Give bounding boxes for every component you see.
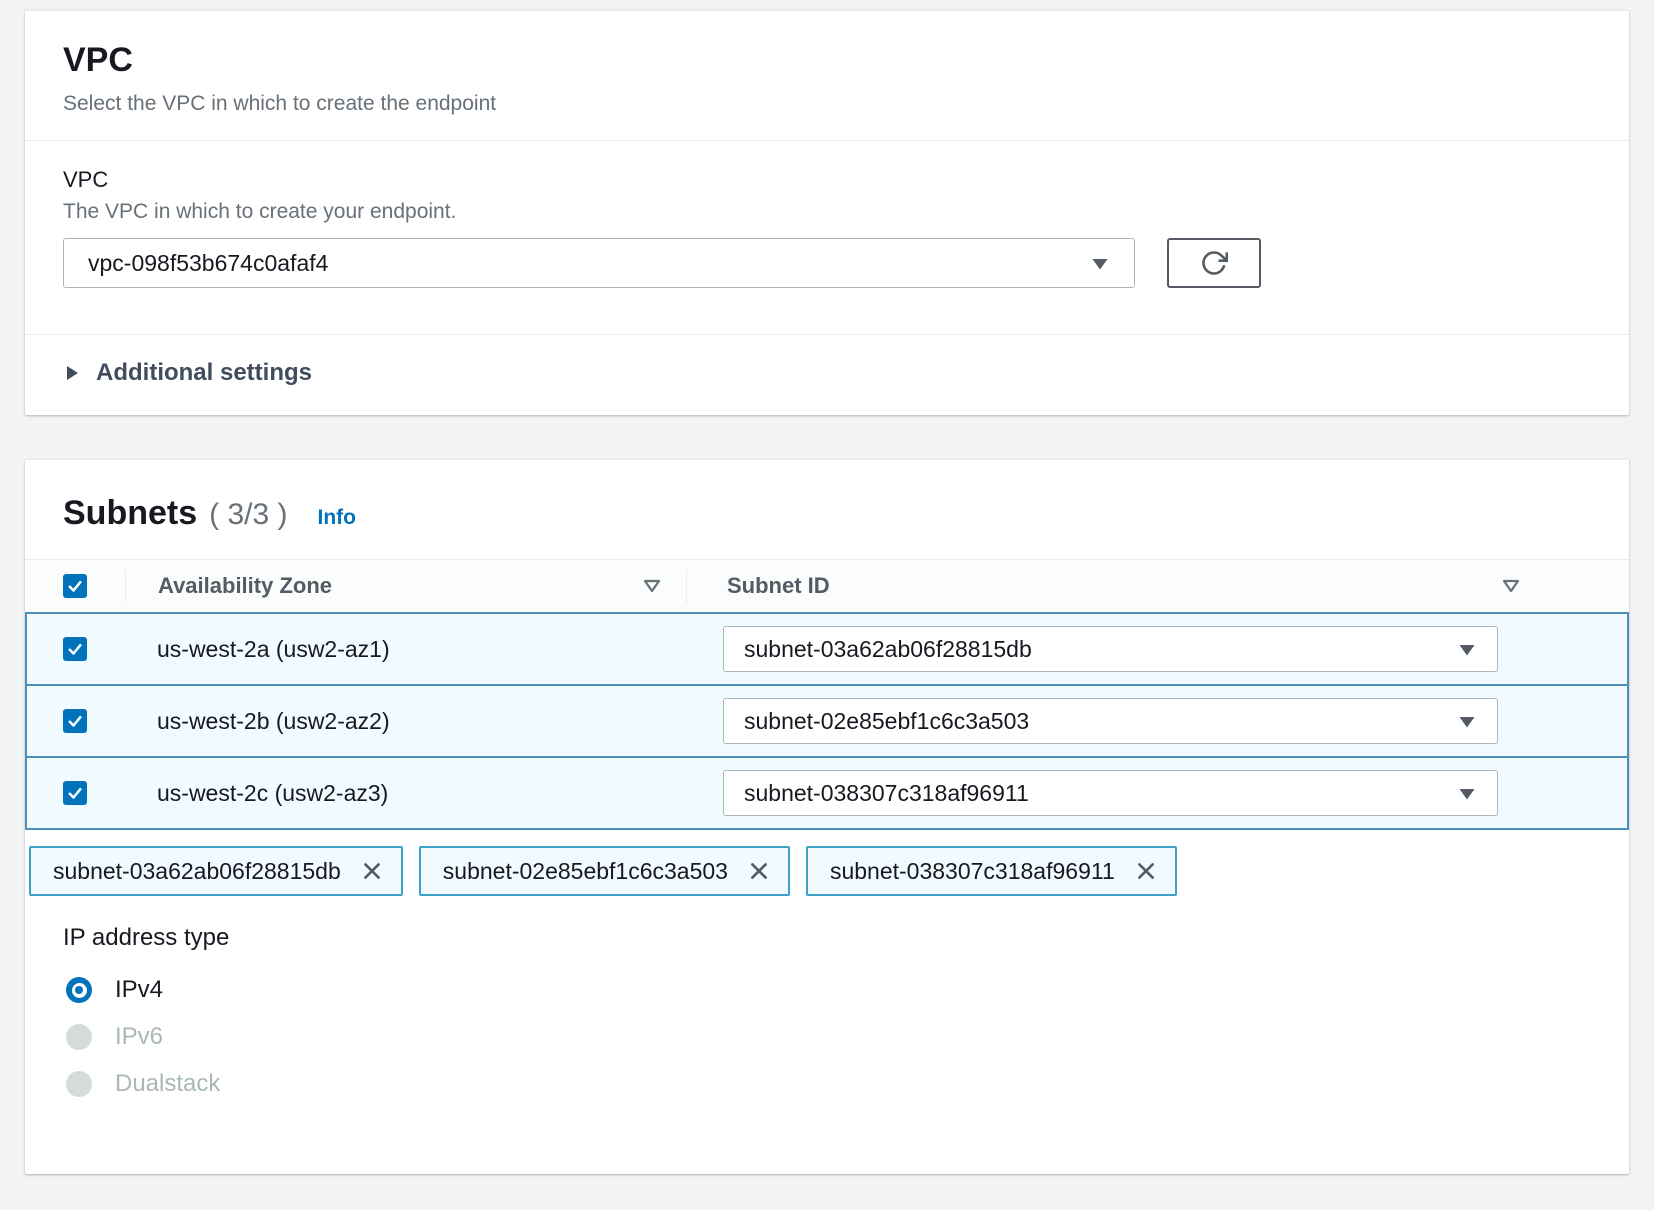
radio-button-dualstack — [66, 1071, 92, 1097]
remove-token-button[interactable] — [361, 860, 383, 882]
radio-dot — [75, 986, 83, 994]
vpc-field-description: The VPC in which to create your endpoint… — [63, 200, 1591, 224]
row-checkbox[interactable] — [63, 637, 87, 661]
subnet-token: subnet-02e85ebf1c6c3a503 — [419, 846, 790, 896]
ip-address-type-label: IP address type — [63, 924, 1629, 952]
check-icon — [66, 577, 84, 595]
radio-label-ipv4: IPv4 — [115, 976, 163, 1004]
chevron-down-icon — [1090, 255, 1110, 272]
subnet-id-cell: subnet-03a62ab06f28815db — [687, 626, 1627, 672]
table-row: us-west-2c (usw2-az3) subnet-038307c318a… — [27, 756, 1627, 828]
radio-option-dualstack: Dualstack — [66, 1068, 1629, 1100]
selected-subnet-tokens: subnet-03a62ab06f28815db subnet-02e85ebf… — [29, 846, 1629, 896]
row-select-cell — [27, 781, 127, 805]
subnet-select-value: subnet-03a62ab06f28815db — [744, 636, 1032, 663]
info-link[interactable]: Info — [317, 506, 355, 530]
subnet-token: subnet-03a62ab06f28815db — [29, 846, 403, 896]
radio-label-ipv6: IPv6 — [115, 1023, 163, 1051]
check-icon — [66, 640, 84, 658]
subnet-token-label: subnet-02e85ebf1c6c3a503 — [443, 858, 728, 885]
chevron-down-icon — [1457, 713, 1477, 730]
row-select-cell — [27, 709, 127, 733]
subnet-select[interactable]: subnet-038307c318af96911 — [723, 770, 1498, 816]
radio-label-dualstack: Dualstack — [115, 1070, 220, 1098]
caret-right-icon — [63, 363, 81, 383]
subnet-select[interactable]: subnet-02e85ebf1c6c3a503 — [723, 698, 1498, 744]
vpc-field-label: VPC — [63, 167, 1591, 193]
vpc-card-header: VPC Select the VPC in which to create th… — [25, 11, 1629, 140]
vpc-select[interactable]: vpc-098f53b674c0afaf4 — [63, 238, 1135, 288]
vpc-card-title: VPC — [63, 41, 1591, 80]
table-row: us-west-2a (usw2-az1) subnet-03a62ab06f2… — [27, 612, 1627, 684]
remove-token-button[interactable] — [1135, 860, 1157, 882]
select-all-checkbox[interactable] — [63, 574, 87, 598]
additional-settings-label: Additional settings — [96, 359, 312, 387]
subnets-table: Availability Zone Subnet ID — [25, 559, 1629, 830]
radio-button-ipv6 — [66, 1024, 92, 1050]
additional-settings-toggle[interactable]: Additional settings — [25, 335, 1629, 415]
radio-button-ipv4[interactable] — [66, 977, 92, 1003]
table-body: us-west-2a (usw2-az1) subnet-03a62ab06f2… — [25, 612, 1629, 830]
column-header-availability-zone: Availability Zone — [126, 573, 686, 599]
remove-token-button[interactable] — [748, 860, 770, 882]
radio-option-ipv4: IPv4 — [66, 974, 1629, 1006]
check-icon — [66, 712, 84, 730]
row-checkbox[interactable] — [63, 709, 87, 733]
radio-inner-ring — [72, 983, 87, 998]
sort-icon[interactable] — [642, 578, 662, 594]
select-all-cell — [25, 574, 125, 598]
vpc-controls-row: vpc-098f53b674c0afaf4 — [63, 238, 1591, 288]
subnet-select-value: subnet-02e85ebf1c6c3a503 — [744, 708, 1029, 735]
subnet-token: subnet-038307c318af96911 — [806, 846, 1177, 896]
close-icon — [361, 860, 383, 882]
refresh-button[interactable] — [1167, 238, 1261, 288]
sort-icon[interactable] — [1501, 578, 1521, 594]
row-checkbox[interactable] — [63, 781, 87, 805]
subnets-card: Subnets ( 3/3 ) Info Availability Zone — [25, 459, 1629, 1174]
availability-zone-cell: us-west-2b (usw2-az2) — [127, 708, 687, 735]
subnet-token-label: subnet-038307c318af96911 — [830, 858, 1115, 885]
subnet-select-value: subnet-038307c318af96911 — [744, 780, 1029, 807]
table-header-row: Availability Zone Subnet ID — [25, 559, 1629, 612]
subnets-count: ( 3/3 ) — [209, 498, 287, 532]
chevron-down-icon — [1457, 641, 1477, 658]
row-select-cell — [27, 637, 127, 661]
vpc-form-section: VPC The VPC in which to create your endp… — [25, 141, 1629, 334]
availability-zone-cell: us-west-2a (usw2-az1) — [127, 636, 687, 663]
subnet-id-cell: subnet-02e85ebf1c6c3a503 — [687, 698, 1627, 744]
table-row: us-west-2b (usw2-az2) subnet-02e85ebf1c6… — [27, 684, 1627, 756]
subnets-title: Subnets — [63, 494, 197, 533]
check-icon — [66, 784, 84, 802]
chevron-down-icon — [1457, 785, 1477, 802]
vpc-card-subtitle: Select the VPC in which to create the en… — [63, 92, 1591, 116]
refresh-icon — [1200, 249, 1228, 277]
vpc-select-value: vpc-098f53b674c0afaf4 — [88, 250, 328, 277]
close-icon — [1135, 860, 1157, 882]
subnet-select[interactable]: subnet-03a62ab06f28815db — [723, 626, 1498, 672]
column-header-subnet-id: Subnet ID — [687, 573, 1629, 599]
subnet-id-cell: subnet-038307c318af96911 — [687, 770, 1627, 816]
ip-address-type-options: IPv4 IPv6 Dualstack — [63, 974, 1629, 1100]
subnet-token-label: subnet-03a62ab06f28815db — [53, 858, 341, 885]
vpc-card: VPC Select the VPC in which to create th… — [25, 10, 1629, 415]
subnets-card-header: Subnets ( 3/3 ) Info — [25, 460, 1629, 559]
radio-option-ipv6: IPv6 — [66, 1021, 1629, 1053]
availability-zone-cell: us-west-2c (usw2-az3) — [127, 780, 687, 807]
close-icon — [748, 860, 770, 882]
ip-address-type-section: IP address type IPv4 IPv6 Dualstack — [25, 896, 1629, 1100]
